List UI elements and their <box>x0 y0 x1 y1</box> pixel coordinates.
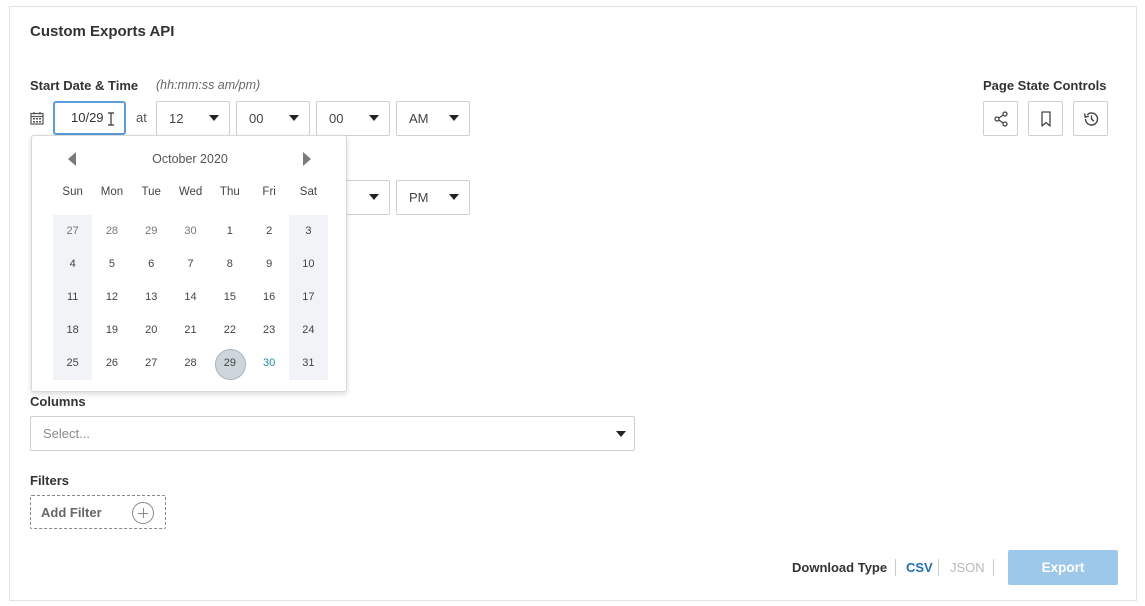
weekday-header: Sun <box>62 186 83 198</box>
calendar-day[interactable]: 26 <box>92 347 131 380</box>
start-second-select[interactable]: 00 <box>316 101 390 136</box>
calendar-day[interactable]: 18 <box>53 314 93 347</box>
end-ampm-value: PM <box>409 190 429 205</box>
start-ampm-select[interactable]: AM <box>396 101 470 136</box>
calendar-day[interactable]: 14 <box>171 281 210 314</box>
start-second-value: 00 <box>329 111 344 126</box>
calendar-day[interactable]: 8 <box>210 248 249 281</box>
weekday-header: Tue <box>141 186 161 198</box>
download-type-label: Download Type <box>792 560 888 575</box>
weekday-header: Fri <box>262 186 276 198</box>
divider <box>895 559 896 576</box>
next-month-icon[interactable] <box>303 152 311 166</box>
chevron-down-icon <box>369 194 379 200</box>
calendar-day[interactable]: 2 <box>249 215 288 248</box>
start-date-input[interactable]: 10/29 <box>53 101 126 135</box>
custom-exports-panel: Custom Exports API Start Date & Time (hh… <box>9 6 1137 601</box>
time-format-hint: (hh:mm:ss am/pm) <box>156 78 261 92</box>
share-icon <box>994 111 1008 127</box>
divider <box>938 559 939 576</box>
calendar-day[interactable]: 25 <box>53 347 93 380</box>
calendar-day[interactable]: 29 <box>210 347 249 380</box>
chevron-down-icon <box>449 194 459 200</box>
calendar-day[interactable]: 10 <box>288 248 329 281</box>
filters-label: Filters <box>30 473 70 488</box>
chevron-down-icon <box>449 115 459 121</box>
calendar-day[interactable]: 16 <box>249 281 288 314</box>
weekday-header: Mon <box>100 186 124 198</box>
calendar-day[interactable]: 21 <box>171 314 210 347</box>
download-csv-option[interactable]: CSV <box>906 560 933 575</box>
page-state-label: Page State Controls <box>983 78 1107 93</box>
calendar-month-title: October 2020 <box>152 152 228 166</box>
start-hour-select[interactable]: 12 <box>156 101 230 136</box>
calendar-day[interactable]: 11 <box>53 281 93 314</box>
calendar-day[interactable]: 20 <box>132 314 171 347</box>
columns-select[interactable]: Select... <box>30 416 635 451</box>
start-hour-value: 12 <box>169 111 184 126</box>
calendar-day[interactable]: 17 <box>288 281 329 314</box>
calendar-day[interactable]: 1 <box>210 215 249 248</box>
chevron-down-icon <box>209 115 219 121</box>
columns-placeholder: Select... <box>43 426 90 441</box>
calendar-day[interactable]: 9 <box>249 248 288 281</box>
bookmark-icon <box>1041 111 1051 127</box>
chevron-down-icon <box>616 431 626 437</box>
end-ampm-select[interactable]: PM <box>396 180 470 215</box>
weekday-header: Wed <box>178 186 203 198</box>
calendar-day[interactable]: 12 <box>92 281 131 314</box>
calendar-day[interactable]: 30 <box>249 347 288 380</box>
columns-label: Columns <box>30 394 86 409</box>
divider <box>993 559 994 576</box>
calendar-day[interactable]: 7 <box>171 248 210 281</box>
start-ampm-value: AM <box>409 111 429 126</box>
plus-circle-icon <box>132 502 154 524</box>
calendar-day[interactable]: 30 <box>171 215 210 248</box>
add-filter-button[interactable]: Add Filter <box>30 495 166 529</box>
text-cursor-icon <box>108 112 114 126</box>
calendar-day[interactable]: 27 <box>53 215 93 248</box>
chevron-down-icon <box>289 115 299 121</box>
at-label: at <box>136 110 147 125</box>
calendar-day[interactable]: 23 <box>249 314 288 347</box>
start-minute-select[interactable]: 00 <box>236 101 310 136</box>
history-button[interactable] <box>1073 101 1108 136</box>
weekday-header: Thu <box>219 186 240 198</box>
start-datetime-label: Start Date & Time <box>30 78 139 93</box>
calendar-day[interactable]: 15 <box>210 281 249 314</box>
start-date-value: 10/29 <box>71 110 104 125</box>
calendar-day[interactable]: 28 <box>92 215 131 248</box>
history-icon <box>1083 112 1099 126</box>
calendar-day[interactable]: 6 <box>132 248 171 281</box>
calendar-day[interactable]: 13 <box>132 281 171 314</box>
calendar-icon[interactable] <box>30 111 44 125</box>
export-button[interactable]: Export <box>1008 550 1118 585</box>
calendar-day[interactable]: 19 <box>92 314 131 347</box>
add-filter-label: Add Filter <box>41 505 102 520</box>
date-picker-popup: October 2020 Sun Mon Tue Wed Thu Fri Sat 27 28 29… <box>31 135 347 392</box>
calendar-day[interactable]: 5 <box>92 248 131 281</box>
calendar-day[interactable]: 24 <box>288 314 329 347</box>
chevron-down-icon <box>369 115 379 121</box>
calendar-day[interactable]: 27 <box>132 347 171 380</box>
start-minute-value: 00 <box>249 111 264 126</box>
bookmark-button[interactable] <box>1028 101 1063 136</box>
calendar-day[interactable]: 31 <box>288 347 329 380</box>
calendar-day[interactable]: 22 <box>210 314 249 347</box>
calendar-grid: Sun Mon Tue Wed Thu Fri Sat 27 28 29 30 1 2 3 4 5 6 7 8 9 10… <box>53 182 329 380</box>
page-title: Custom Exports API <box>30 23 175 40</box>
calendar-day[interactable]: 3 <box>288 215 329 248</box>
calendar-day[interactable]: 29 <box>132 215 171 248</box>
weekday-header: Sat <box>299 186 318 198</box>
download-json-option[interactable]: JSON <box>950 560 985 575</box>
share-button[interactable] <box>983 101 1018 136</box>
calendar-day[interactable]: 4 <box>53 248 93 281</box>
calendar-day[interactable]: 28 <box>171 347 210 380</box>
